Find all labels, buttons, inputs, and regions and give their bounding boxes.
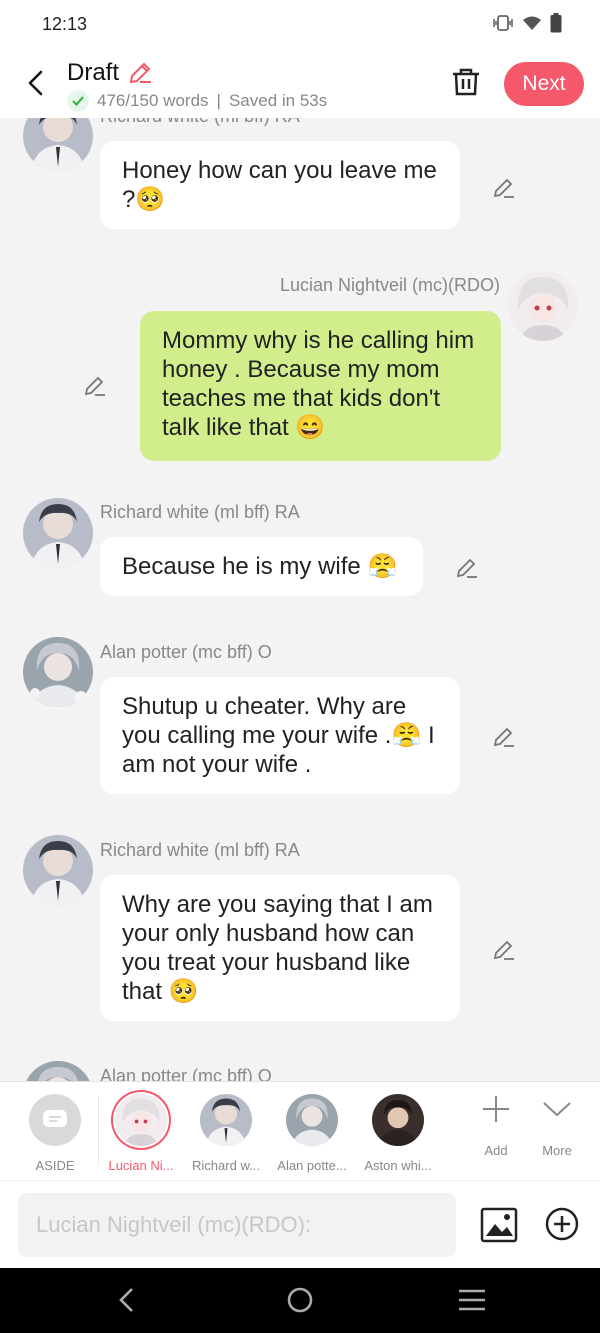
image-icon	[480, 1207, 518, 1243]
draft-title: Draft	[67, 59, 120, 86]
avatar-alan[interactable]	[23, 1061, 93, 1081]
nav-recents-button[interactable]	[458, 1286, 486, 1319]
chevron-down-icon	[543, 1102, 571, 1117]
saved-status: Saved in 53s	[228, 91, 328, 110]
edit-message-icon[interactable]	[83, 374, 107, 403]
character-richard[interactable]: Richard w...	[185, 1094, 267, 1173]
avatar-aston	[372, 1094, 424, 1146]
menu-icon	[459, 1289, 485, 1311]
header: Draft 476/150 words | Saved in 53s Next	[0, 50, 600, 118]
message-bubble[interactable]: Because he is my wife 😤	[100, 537, 423, 596]
add-character-button[interactable]: Add	[466, 1094, 526, 1158]
image-button[interactable]	[480, 1207, 518, 1248]
sender-name: Alan potter (mc bff) O	[100, 1066, 272, 1081]
sender-name: Richard white (ml bff) RA	[100, 118, 300, 127]
avatar-richard[interactable]	[23, 118, 93, 171]
character-label: Aston whi...	[364, 1158, 432, 1173]
sender-name: Lucian Nightveil (mc)(RDO)	[279, 275, 500, 295]
character-label: Alan potte...	[277, 1158, 347, 1173]
divider	[98, 1096, 99, 1166]
system-nav-bar	[0, 1268, 600, 1333]
character-label: Lucian Ni...	[108, 1158, 174, 1173]
sender-name: Richard white (ml bff) RA	[100, 502, 300, 522]
aside-button[interactable]: ASIDE	[14, 1094, 96, 1173]
battery-icon	[550, 13, 562, 38]
avatar-alan	[286, 1094, 338, 1146]
home-circle-icon	[287, 1287, 313, 1313]
avatar-richard[interactable]	[23, 498, 93, 568]
more-options-button[interactable]	[545, 1207, 579, 1246]
edit-message-icon[interactable]	[492, 176, 516, 205]
meta-separator: |	[216, 91, 221, 110]
status-bar: 12:13	[0, 0, 600, 50]
aside-label: ASIDE	[35, 1158, 75, 1173]
avatar-lucian[interactable]	[508, 271, 578, 341]
edit-message-icon[interactable]	[492, 938, 516, 967]
sender-name: Richard white (ml bff) RA	[100, 840, 300, 860]
aside-icon	[29, 1094, 81, 1146]
message-bubble[interactable]: Honey how can you leave me ?🥺	[100, 141, 460, 229]
more-button[interactable]: More	[527, 1094, 587, 1158]
more-label: More	[542, 1143, 572, 1158]
input-area	[0, 1180, 600, 1268]
character-aston[interactable]: Aston whi...	[357, 1094, 439, 1173]
chat-area[interactable]: Richard white (ml bff) RA Honey how can …	[0, 118, 600, 1081]
message-bubble-mine[interactable]: Mommy why is he calling him honey . Beca…	[140, 311, 501, 461]
avatar-richard	[200, 1094, 252, 1146]
status-icons	[492, 13, 562, 38]
message-bubble[interactable]: Why are you saying that I am your only h…	[100, 875, 460, 1021]
plus-circle-icon	[545, 1207, 579, 1241]
message-bubble[interactable]: Shutup u cheater. Why are you calling me…	[100, 677, 460, 794]
trash-icon	[453, 68, 479, 96]
vibrate-icon	[492, 14, 514, 37]
word-count: 476/150 words	[97, 91, 209, 110]
status-time: 12:13	[42, 14, 88, 34]
back-button[interactable]	[20, 66, 50, 100]
avatar-lucian	[115, 1094, 167, 1146]
check-icon	[67, 90, 89, 112]
avatar-alan[interactable]	[23, 637, 93, 707]
next-button[interactable]: Next	[504, 62, 584, 106]
back-triangle-icon	[119, 1288, 133, 1312]
edit-title-icon[interactable]	[127, 60, 153, 91]
edit-message-icon[interactable]	[455, 556, 479, 585]
chevron-left-icon	[28, 70, 43, 96]
delete-button[interactable]	[450, 66, 482, 103]
wifi-icon	[522, 15, 542, 36]
sender-name: Alan potter (mc bff) O	[100, 642, 272, 662]
plus-icon	[483, 1096, 509, 1122]
nav-back-button[interactable]	[116, 1286, 136, 1319]
add-label: Add	[484, 1143, 508, 1158]
draft-meta: 476/150 words | Saved in 53s	[67, 90, 327, 112]
character-bar: ASIDE Lucian Ni... Richard w... Alan pot…	[0, 1081, 600, 1180]
character-alan[interactable]: Alan potte...	[271, 1094, 353, 1173]
nav-home-button[interactable]	[286, 1286, 314, 1319]
message-input[interactable]	[18, 1193, 456, 1257]
edit-message-icon[interactable]	[492, 725, 516, 754]
avatar-richard[interactable]	[23, 835, 93, 905]
character-label: Richard w...	[192, 1158, 260, 1173]
character-lucian[interactable]: Lucian Ni...	[100, 1094, 182, 1173]
